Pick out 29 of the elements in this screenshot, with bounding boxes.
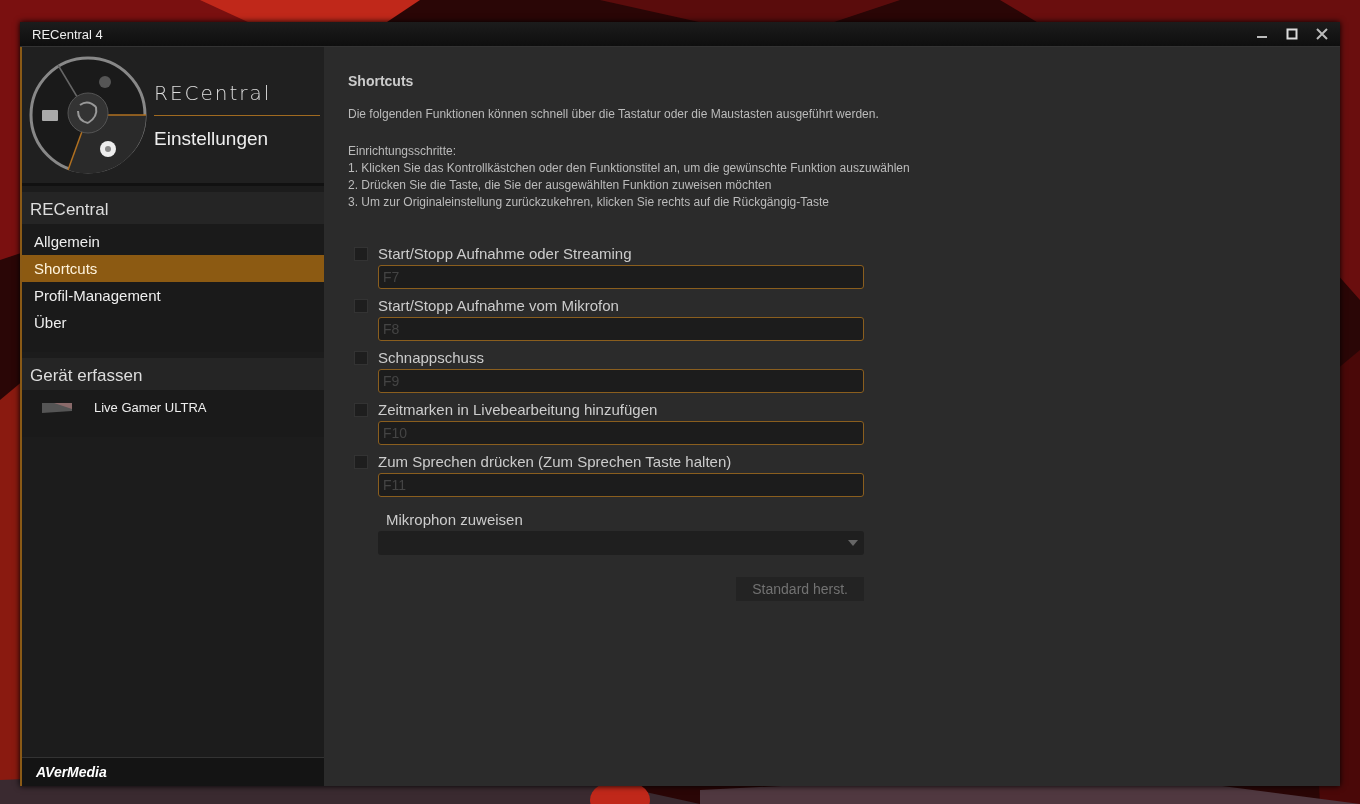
close-icon[interactable] bbox=[1316, 28, 1328, 40]
brand-logo: AVerMedia bbox=[36, 764, 107, 780]
content-title: Shortcuts bbox=[348, 73, 415, 89]
step-text: 1. Klicken Sie das Kontrollkästchen oder den Funktionstitel an, um die gewünschte Funktion auszuwählen bbox=[348, 160, 911, 177]
steps-heading: Einrichtungsschritte: bbox=[348, 143, 458, 160]
app-logo: RECentral bbox=[154, 80, 273, 105]
description-text: Die folgenden Funktionen können schnell über die Tastatur oder die Maustasten ausgeführt werden. bbox=[348, 107, 880, 121]
shortcut-label[interactable]: Zum Sprechen drücken (Zum Sprechen Taste halten) bbox=[378, 453, 732, 470]
sidebar-item[interactable]: Über bbox=[22, 309, 324, 336]
sidebar-item[interactable]: Live Gamer ULTRA bbox=[22, 394, 324, 421]
caret-icon bbox=[848, 540, 858, 546]
page-heading: Einstellungen bbox=[154, 127, 270, 150]
window-title: RECentral 4 bbox=[32, 26, 103, 42]
maximize-icon[interactable] bbox=[1286, 28, 1298, 40]
shortcut-label[interactable]: Start/Stopp Aufnahme oder Streaming bbox=[378, 245, 632, 262]
sidebar-item[interactable]: Allgemein bbox=[22, 228, 324, 255]
sidebar-item[interactable]: Profil-Management bbox=[22, 282, 324, 309]
shortcut-label[interactable]: Start/Stopp Aufnahme vom Mikrofon bbox=[378, 297, 619, 314]
shortcut-label[interactable]: Schnappschuss bbox=[378, 349, 484, 366]
microphone-dropdown[interactable] bbox=[378, 531, 864, 555]
device-icon bbox=[40, 400, 74, 415]
shortcut-label[interactable]: Zeitmarken in Livebearbeitung hinzufügen bbox=[378, 401, 658, 418]
microphone-label: Mikrophon zuweisen bbox=[386, 511, 524, 528]
step-text: 3. Um zur Originaleinstellung zurückzukehren, klicken Sie rechts auf die Rückgängig-Taste bbox=[348, 194, 830, 211]
sidebar-item[interactable]: Shortcuts bbox=[22, 255, 324, 282]
dial-logo-icon bbox=[28, 55, 148, 175]
section-heading: Gerät erfassen bbox=[22, 358, 324, 390]
step-text: 2. Drücken Sie die Taste, die Sie der ausgewählten Funktion zuweisen möchten bbox=[348, 177, 773, 194]
section-heading: RECentral bbox=[22, 192, 324, 224]
